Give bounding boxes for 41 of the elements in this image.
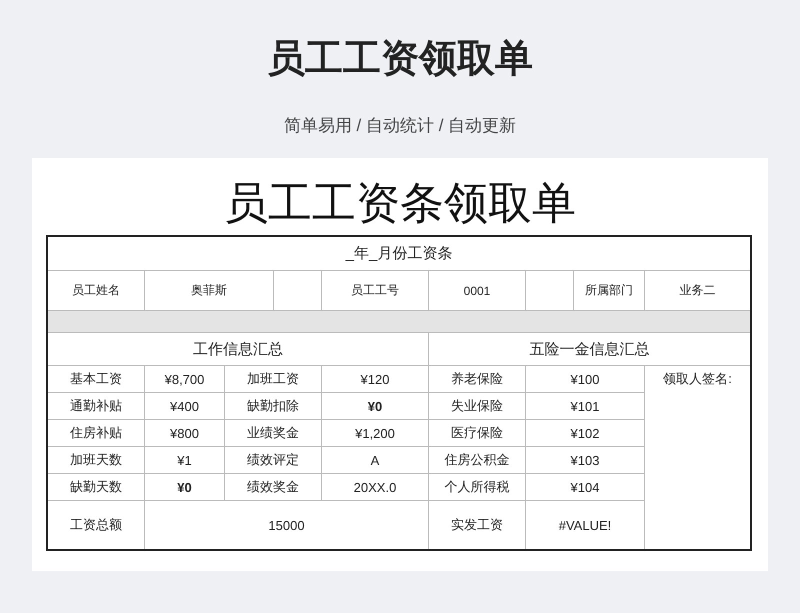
table-cell: 加班工资 <box>225 366 322 393</box>
table-cell: 住房公积金 <box>429 447 526 474</box>
table-cell: 实发工资 <box>429 501 526 549</box>
table-cell: ¥104 <box>526 474 645 501</box>
table-cell: ¥100 <box>526 366 645 393</box>
table-cell: 加班天数 <box>48 447 145 474</box>
table-cell: ¥800 <box>145 420 225 447</box>
table-cell: ¥120 <box>322 366 429 393</box>
table-cell: 业绩奖金 <box>225 420 322 447</box>
table-cell: 15000 <box>145 501 429 549</box>
table-cell: ¥103 <box>526 447 645 474</box>
table-cell: 20XX.0 <box>322 474 429 501</box>
table-cell: ¥0 <box>322 393 429 420</box>
table-cell: ¥1 <box>145 447 225 474</box>
table-cell: 个人所得税 <box>429 474 526 501</box>
period-title: _年_月份工资条 <box>48 237 750 271</box>
table-cell: ¥101 <box>526 393 645 420</box>
sheet-title: 员工工资条领取单 <box>223 178 577 230</box>
section-heading: 工作信息汇总 <box>48 333 429 366</box>
table-cell: 缺勤扣除 <box>225 393 322 420</box>
table-cell: ¥8,700 <box>145 366 225 393</box>
table-cell: 基本工资 <box>48 366 145 393</box>
table-cell: 工资总额 <box>48 501 145 549</box>
table-cell: 通勤补贴 <box>48 393 145 420</box>
table-cell: 缺勤天数 <box>48 474 145 501</box>
section-heading: 五险一金信息汇总 <box>429 333 750 366</box>
table-cell: 养老保险 <box>429 366 526 393</box>
signature-label: 领取人签名: <box>662 370 733 388</box>
table-cell: 绩效评定 <box>225 447 322 474</box>
subtitle: 简单易用 / 自动统计 / 自动更新 <box>284 115 516 137</box>
table-cell: 医疗保险 <box>429 420 526 447</box>
table-cell: ¥1,200 <box>322 420 429 447</box>
table-cell: A <box>322 447 429 474</box>
page-title: 员工工资领取单 <box>267 37 533 82</box>
table-cell: ¥0 <box>145 474 225 501</box>
table-cell: ¥102 <box>526 420 645 447</box>
table-cell: 失业保险 <box>429 393 526 420</box>
table-cell: 绩效奖金 <box>225 474 322 501</box>
table-cell: 住房补贴 <box>48 420 145 447</box>
table-cell: ¥400 <box>145 393 225 420</box>
table-cell: #VALUE! <box>526 501 645 549</box>
